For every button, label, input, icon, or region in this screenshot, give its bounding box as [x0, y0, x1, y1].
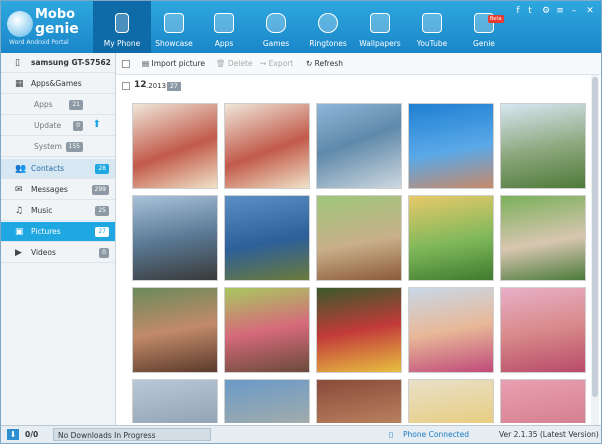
message-icon: ✉ — [15, 185, 23, 195]
apps-icon: ▦ — [15, 79, 24, 89]
sidebar-device[interactable]: ▯ samsung GT-S7562 — [1, 53, 115, 73]
sidebar-item-apps-games[interactable]: ▦ Apps&Games — [1, 74, 115, 94]
sidebar-item-system[interactable]: System 155 — [1, 137, 115, 157]
sidebar-item-update[interactable]: Update 0 ⬆ — [1, 116, 115, 136]
export-button[interactable]: ↪ Export — [260, 59, 293, 68]
photo-thumbnail[interactable] — [132, 103, 218, 189]
phone-connected-icon: ▯ — [389, 430, 394, 439]
phone-icon: ▯ — [15, 58, 20, 68]
scrollbar-thumb[interactable] — [592, 77, 598, 397]
date-group-header: 12 .2013 27 — [116, 78, 586, 94]
photo-thumbnail[interactable] — [316, 287, 402, 373]
phone-icon — [115, 13, 129, 33]
sidebar-item-videos[interactable]: ▶ Videos 0 — [1, 243, 115, 263]
minimize-icon[interactable]: – — [569, 6, 579, 16]
update-arrow-icon[interactable]: ⬆ — [93, 119, 101, 130]
trash-icon: 🗑 — [216, 59, 228, 68]
wallpaper-icon — [370, 13, 390, 33]
settings-icon[interactable]: ⚙ — [541, 6, 551, 16]
nav-wallpapers[interactable]: Wallpapers — [351, 1, 409, 53]
refresh-icon: ↻ — [306, 59, 315, 68]
scrollbar[interactable] — [591, 75, 599, 425]
sidebar-item-messages[interactable]: ✉ Messages 299 — [1, 180, 115, 200]
music-note-icon — [318, 13, 338, 33]
count-badge: 299 — [91, 185, 109, 195]
menu-icon[interactable]: ≡ — [555, 6, 565, 16]
refresh-button[interactable]: ↻ Refresh — [306, 59, 343, 68]
sidebar-item-contacts[interactable]: 👥 Contacts 28 — [1, 159, 115, 179]
group-checkbox[interactable] — [122, 82, 130, 90]
top-header: Mobo genie Word Android Portal My Phone … — [1, 1, 601, 53]
count-badge: 0 — [73, 121, 83, 131]
video-icon: ▶ — [15, 248, 22, 258]
twitter-icon[interactable]: t — [525, 6, 535, 16]
mobogenie-window: Mobo genie Word Android Portal My Phone … — [0, 0, 602, 444]
beta-badge: Beta — [488, 15, 504, 23]
apps-grid-icon — [214, 13, 234, 33]
count-badge: 21 — [69, 100, 83, 110]
count-badge: 27 — [95, 227, 109, 237]
photo-thumbnail[interactable] — [408, 287, 494, 373]
photo-thumbnail[interactable] — [224, 379, 310, 423]
sidebar-item-pictures[interactable]: ▣ Pictures 27 — [1, 222, 115, 242]
photo-thumbnail[interactable] — [500, 379, 586, 423]
facebook-icon[interactable]: f — [513, 6, 523, 16]
photo-thumbnail[interactable] — [408, 103, 494, 189]
mobogenie-logo: Mobo genie Word Android Portal — [7, 7, 79, 46]
download-icon[interactable]: ⬇ — [7, 429, 19, 440]
contacts-icon: 👥 — [15, 164, 27, 174]
status-bar: ⬇ 0/0 No Downloads In Progress ▯ Phone C… — [1, 425, 601, 443]
count-badge: 27 — [167, 82, 181, 91]
picture-icon: ▣ — [15, 227, 24, 237]
photo-thumbnail[interactable] — [500, 103, 586, 189]
photo-thumbnail[interactable] — [224, 287, 310, 373]
music-icon: ♫ — [15, 206, 24, 216]
photo-thumbnail[interactable] — [316, 195, 402, 281]
import-picture-button[interactable]: ▤ Import picture — [142, 59, 205, 68]
sidebar-item-music[interactable]: ♫ Music 25 — [1, 201, 115, 221]
count-badge: 25 — [95, 206, 109, 216]
photo-thumbnail[interactable] — [316, 103, 402, 189]
nav-apps[interactable]: Apps — [195, 1, 253, 53]
count-badge: 28 — [95, 164, 109, 174]
photo-thumbnail[interactable] — [316, 379, 402, 423]
cube-icon — [164, 13, 184, 33]
count-badge: 155 — [65, 142, 83, 152]
photo-grid — [132, 103, 592, 423]
gamepad-icon — [266, 13, 286, 33]
nav-ringtones[interactable]: Ringtones — [299, 1, 357, 53]
download-progress-bar[interactable]: No Downloads In Progress — [53, 428, 211, 441]
count-badge: 0 — [99, 248, 109, 258]
photo-thumbnail[interactable] — [224, 195, 310, 281]
nav-genie[interactable]: Genie — [455, 1, 513, 53]
toolbar: ▤ Import picture 🗑 Delete ↪ Export ↻ Ref… — [116, 53, 601, 75]
photo-thumbnail[interactable] — [224, 103, 310, 189]
nav-youtube[interactable]: YouTube — [403, 1, 461, 53]
nav-games[interactable]: Games — [247, 1, 305, 53]
photo-thumbnail[interactable] — [408, 195, 494, 281]
photo-thumbnail[interactable] — [408, 379, 494, 423]
nav-my-phone[interactable]: My Phone — [93, 1, 151, 53]
delete-button[interactable]: 🗑 Delete — [216, 59, 253, 68]
photo-thumbnail[interactable] — [132, 379, 218, 423]
close-icon[interactable]: ✕ — [585, 6, 595, 16]
photo-thumbnail[interactable] — [500, 195, 586, 281]
sidebar-item-apps[interactable]: Apps 21 — [1, 95, 115, 115]
photo-thumbnail[interactable] — [132, 195, 218, 281]
photo-thumbnail[interactable] — [500, 287, 586, 373]
youtube-icon — [422, 13, 442, 33]
pictures-panel: ▤ Import picture 🗑 Delete ↪ Export ↻ Ref… — [116, 53, 601, 425]
export-icon: ↪ — [260, 59, 269, 68]
select-all-checkbox[interactable] — [122, 60, 130, 68]
photo-thumbnail[interactable] — [132, 287, 218, 373]
sidebar: ▯ samsung GT-S7562 ▦ Apps&Games Apps 21 … — [1, 53, 116, 425]
